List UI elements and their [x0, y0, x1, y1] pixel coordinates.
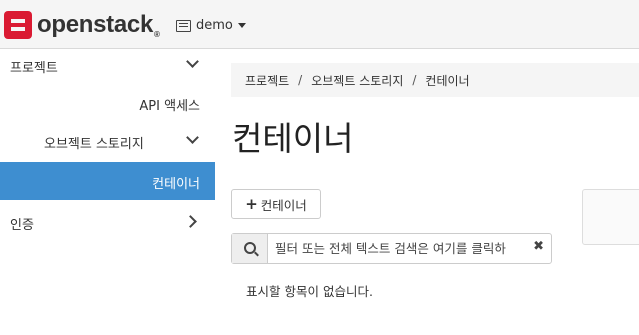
chevron-down-icon	[186, 55, 199, 68]
breadcrumb-separator: /	[298, 73, 303, 87]
sidebar-item-label: API 액세스	[139, 99, 200, 114]
search-input[interactable]	[268, 234, 535, 263]
openstack-logo-icon	[4, 11, 32, 39]
search-addon[interactable]	[232, 234, 268, 263]
project-name: demo	[196, 18, 233, 33]
caret-down-icon	[237, 23, 246, 28]
sidebar-item-label: 컨테이너	[152, 177, 200, 192]
search-icon	[244, 242, 256, 254]
chevron-right-icon	[184, 215, 197, 228]
clear-icon[interactable]: ✖	[533, 239, 544, 254]
chevron-down-icon	[186, 131, 199, 144]
sidebar-item-label: 프로젝트	[10, 61, 58, 76]
breadcrumb-item-containers: 컨테이너	[425, 73, 470, 88]
top-navbar: openstack® demo	[0, 0, 639, 49]
sidebar-item-containers[interactable]: 컨테이너	[0, 162, 215, 200]
search-box: ✖	[231, 233, 552, 264]
plus-icon: +	[245, 195, 258, 213]
logo-wordmark: openstack	[37, 11, 154, 38]
empty-message: 표시할 항목이 없습니다.	[246, 284, 373, 299]
project-icon	[176, 19, 191, 32]
create-container-button[interactable]: + 컨테이너	[231, 189, 321, 219]
sidebar-item-api-access[interactable]: API 액세스	[0, 87, 215, 119]
breadcrumb-item-project[interactable]: 프로젝트	[245, 72, 289, 89]
logo-trademark: ®	[154, 30, 160, 39]
sidebar-item-object-storage[interactable]: 오브젝트 스토리지	[0, 125, 215, 157]
breadcrumb-separator: /	[412, 73, 417, 87]
logo-text: openstack®	[37, 11, 160, 39]
breadcrumb-item-object-storage[interactable]: 오브젝트 스토리지	[311, 72, 403, 89]
breadcrumb: 프로젝트 / 오브젝트 스토리지 / 컨테이너	[231, 63, 639, 97]
page-title: 컨테이너	[232, 119, 354, 158]
create-container-label: 컨테이너	[260, 197, 307, 213]
sidebar-item-identity[interactable]: 인증	[0, 206, 215, 238]
sidebar: 프로젝트 API 액세스 오브젝트 스토리지 컨테이너 인증	[0, 49, 215, 335]
container-detail-panel	[582, 189, 639, 245]
project-switcher[interactable]: demo	[176, 18, 246, 33]
sidebar-item-label: 오브젝트 스토리지	[44, 137, 144, 152]
sidebar-item-project[interactable]: 프로젝트	[0, 49, 215, 81]
sidebar-item-label: 인증	[10, 218, 34, 233]
openstack-logo[interactable]: openstack®	[4, 10, 160, 40]
